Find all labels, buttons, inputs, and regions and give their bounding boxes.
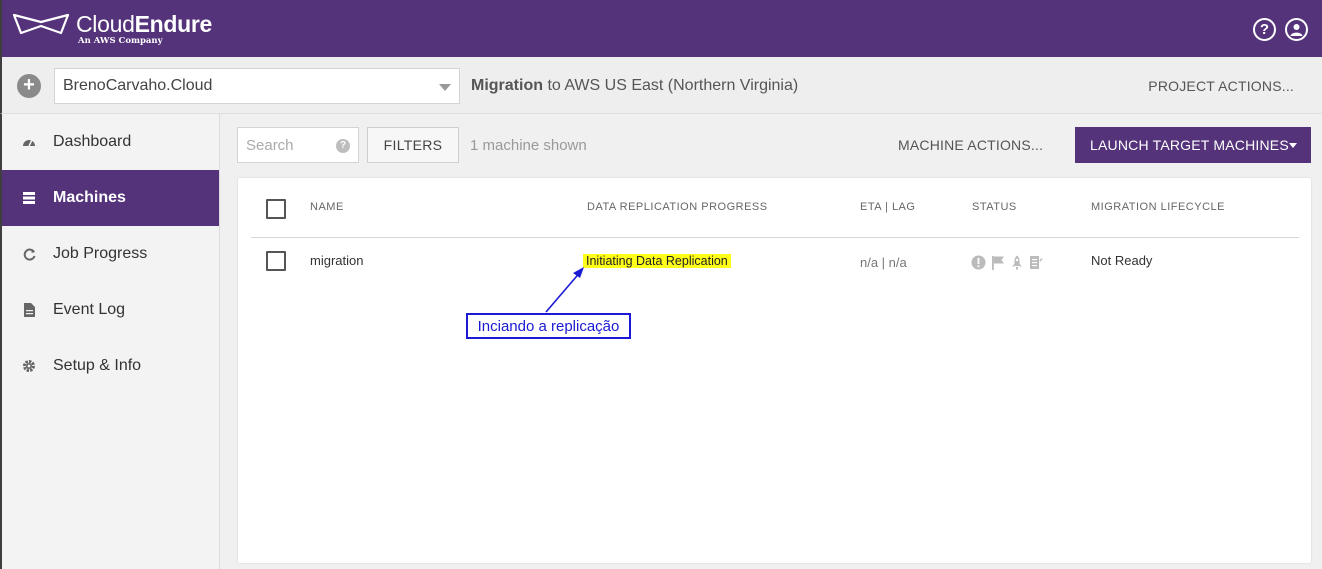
machine-actions-button[interactable]: MACHINE ACTIONS...: [898, 137, 1043, 153]
logo-name: CloudEndure: [76, 12, 212, 36]
column-header-lifecycle[interactable]: MIGRATION LIFECYCLE: [1091, 201, 1225, 213]
user-glyph: [1290, 24, 1303, 36]
project-select-value: BrenoCarvaho.Cloud: [63, 77, 213, 94]
document-icon: [22, 303, 36, 317]
checklist-icon[interactable]: [1029, 255, 1043, 275]
project-actions-button[interactable]: PROJECT ACTIONS...: [1148, 78, 1294, 94]
sidebar-item-label: Dashboard: [53, 133, 132, 150]
project-select[interactable]: BrenoCarvaho.Cloud: [54, 68, 460, 104]
refresh-icon: [22, 247, 36, 261]
logo-name-light: Cloud: [76, 11, 135, 37]
filters-button[interactable]: FILTERS: [367, 127, 459, 163]
top-header: CloudEndure An AWS Company ?: [0, 0, 1322, 57]
search-input[interactable]: Search ?: [237, 127, 359, 163]
status-icons: [971, 255, 1043, 275]
row-checkbox[interactable]: [266, 251, 286, 271]
machine-name-link[interactable]: migration: [310, 253, 363, 268]
sidebar-item-label: Job Progress: [53, 245, 148, 262]
logo-subtitle: An AWS Company: [78, 36, 163, 46]
sidebar-item-label: Machines: [53, 189, 126, 206]
exclamation-icon[interactable]: [971, 255, 986, 275]
sidebar-item-label: Event Log: [53, 301, 126, 318]
column-header-status[interactable]: STATUS: [972, 201, 1017, 213]
sidebar-item-setup-info[interactable]: Setup & Info: [2, 338, 219, 394]
flag-icon[interactable]: [991, 255, 1005, 275]
replication-progress: Initiating Data Replication: [583, 253, 731, 268]
column-header-replication[interactable]: DATA REPLICATION PROGRESS: [587, 201, 768, 213]
search-placeholder: Search: [246, 136, 294, 154]
caret-down-icon: [1289, 143, 1297, 148]
sidebar-item-machines[interactable]: Machines: [2, 170, 219, 226]
migration-type: Migration: [471, 77, 543, 94]
launch-button-label: LAUNCH TARGET MACHINES: [1090, 137, 1289, 153]
lifecycle-value: Not Ready: [1091, 253, 1153, 268]
logo-name-bold: Endure: [134, 11, 213, 37]
column-header-eta-lag[interactable]: ETA | LAG: [860, 201, 915, 213]
server-icon: [22, 191, 36, 205]
cloudendure-logo[interactable]: CloudEndure An AWS Company: [12, 12, 212, 46]
rocket-icon[interactable]: [1010, 255, 1024, 275]
sidebar: Dashboard Machines Job Progress Event Lo…: [0, 114, 220, 569]
machines-shown-count: 1 machine shown: [470, 137, 587, 154]
dashboard-gauge-icon: [22, 135, 36, 149]
logo-text: CloudEndure An AWS Company: [76, 12, 212, 46]
sidebar-item-job-progress[interactable]: Job Progress: [2, 226, 219, 282]
user-circle-icon[interactable]: [1285, 18, 1308, 41]
chevron-down-icon: [439, 84, 451, 91]
migration-target: to AWS US East (Northern Virginia): [543, 77, 799, 94]
add-project-button[interactable]: +: [17, 74, 41, 98]
project-bar: + BrenoCarvaho.Cloud Migration to AWS US…: [0, 57, 1322, 114]
column-header-name[interactable]: NAME: [310, 201, 344, 213]
launch-target-machines-button[interactable]: LAUNCH TARGET MACHINES: [1075, 127, 1311, 163]
select-all-checkbox[interactable]: [266, 199, 286, 219]
gear-icon: [22, 359, 36, 373]
machines-table: NAME DATA REPLICATION PROGRESS ETA | LAG…: [238, 178, 1311, 563]
sidebar-item-dashboard[interactable]: Dashboard: [2, 114, 219, 170]
header-icons: ?: [1253, 18, 1308, 41]
annotation-arrow-icon: [545, 267, 584, 313]
bowtie-logo-icon: [12, 13, 70, 35]
migration-target-title: Migration to AWS US East (Northern Virgi…: [471, 77, 798, 95]
sidebar-item-event-log[interactable]: Event Log: [2, 282, 219, 338]
replication-status-text: Initiating Data Replication: [583, 254, 731, 268]
annotation-callout: Inciando a replicação: [466, 313, 631, 339]
header-divider: [251, 237, 1299, 238]
question-circle-icon[interactable]: ?: [1253, 18, 1276, 41]
search-help-icon[interactable]: ?: [336, 139, 350, 153]
eta-lag-value: n/a | n/a: [860, 255, 907, 270]
sidebar-item-label: Setup & Info: [53, 357, 142, 374]
